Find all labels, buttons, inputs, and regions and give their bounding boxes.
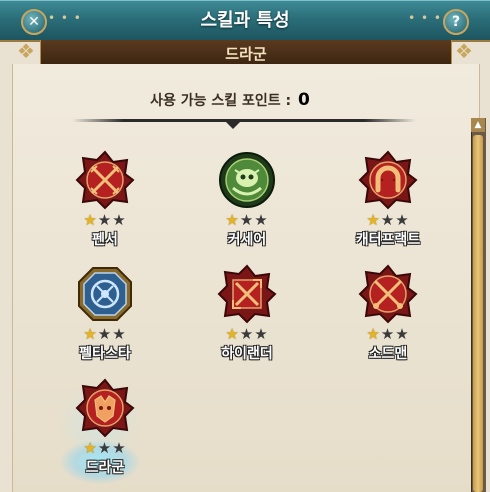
star-filled-icon: ★ (83, 211, 98, 229)
skill-item-peltasta[interactable]: ★★★ 펠타스타 (55, 264, 155, 363)
star-empty-icon: ★★ (97, 439, 127, 457)
skill-item-highlander[interactable]: ★★★ 하이랜더 (197, 264, 297, 363)
skill-stars: ★★★ (197, 212, 297, 228)
class-header: 드라군 (40, 40, 452, 65)
close-button[interactable]: ✕ (21, 9, 47, 35)
divider (72, 119, 416, 122)
skill-points-value: 0 (298, 90, 310, 110)
skill-name: 드라군 (85, 460, 125, 476)
skill-stars: ★★★ (55, 212, 155, 228)
crossed-lances-icon (75, 150, 135, 210)
star-filled-icon: ★ (83, 325, 98, 343)
skill-item-fencer[interactable]: ★★★ 펜서 (55, 150, 155, 249)
star-empty-icon: ★★ (380, 325, 410, 343)
star-filled-icon: ★ (366, 211, 381, 229)
skill-stars: ★★★ (338, 212, 438, 228)
skill-item-dragoon[interactable]: ★★★ 드라군 (55, 378, 155, 477)
star-filled-icon: ★ (83, 439, 98, 457)
skill-item-cataphract[interactable]: ★★★ 캐터프랙트 (338, 150, 438, 249)
skill-points-label: 사용 가능 스킬 포인트 : 0 (0, 90, 460, 110)
skill-name: 펠타스타 (79, 346, 131, 362)
ornament-left-icon: ❖ (17, 39, 35, 63)
ornament-right-icon: ❖ (455, 39, 473, 63)
scroll-up-arrow-icon[interactable]: ▲ (471, 118, 485, 132)
close-icon: ✕ (28, 14, 40, 30)
star-filled-icon: ★ (225, 325, 240, 343)
skill-stars: ★★★ (197, 326, 297, 342)
scroll-thumb[interactable] (473, 135, 483, 492)
skill-item-swordman[interactable]: ★★★ 소드맨 (338, 264, 438, 363)
star-empty-icon: ★★ (97, 211, 127, 229)
help-button[interactable]: ? (443, 9, 469, 35)
crossed-blades-icon (358, 264, 418, 324)
skill-stars: ★★★ (338, 326, 438, 342)
star-empty-icon: ★★ (97, 325, 127, 343)
skill-name: 하이랜더 (221, 346, 273, 362)
skill-name: 캐터프랙트 (355, 232, 421, 248)
skill-item-corsair[interactable]: ★★★ 커세어 (197, 150, 297, 249)
title-bar: • • • 스킬과 특성 • • • (0, 0, 490, 42)
skill-name: 펜서 (92, 232, 118, 248)
skill-points-text: 사용 가능 스킬 포인트 : (150, 93, 292, 109)
star-empty-icon: ★★ (380, 211, 410, 229)
help-icon: ? (451, 14, 461, 30)
horseshoe-icon (358, 150, 418, 210)
skill-stars: ★★★ (55, 440, 155, 456)
divider-arrow-icon (224, 120, 242, 129)
star-filled-icon: ★ (225, 211, 240, 229)
star-empty-icon: ★★ (239, 211, 269, 229)
skill-stars: ★★★ (55, 326, 155, 342)
crossed-swords-icon (217, 264, 277, 324)
skill-name: 소드맨 (368, 346, 408, 362)
star-empty-icon: ★★ (239, 325, 269, 343)
class-name: 드라군 (225, 45, 267, 63)
corsair-skull-icon (219, 152, 275, 208)
dragon-helm-icon (75, 378, 135, 438)
shield-knot-icon (78, 267, 132, 321)
title-ornament-right: • • • (408, 11, 442, 25)
star-filled-icon: ★ (366, 325, 381, 343)
skill-name: 커세어 (227, 232, 267, 248)
